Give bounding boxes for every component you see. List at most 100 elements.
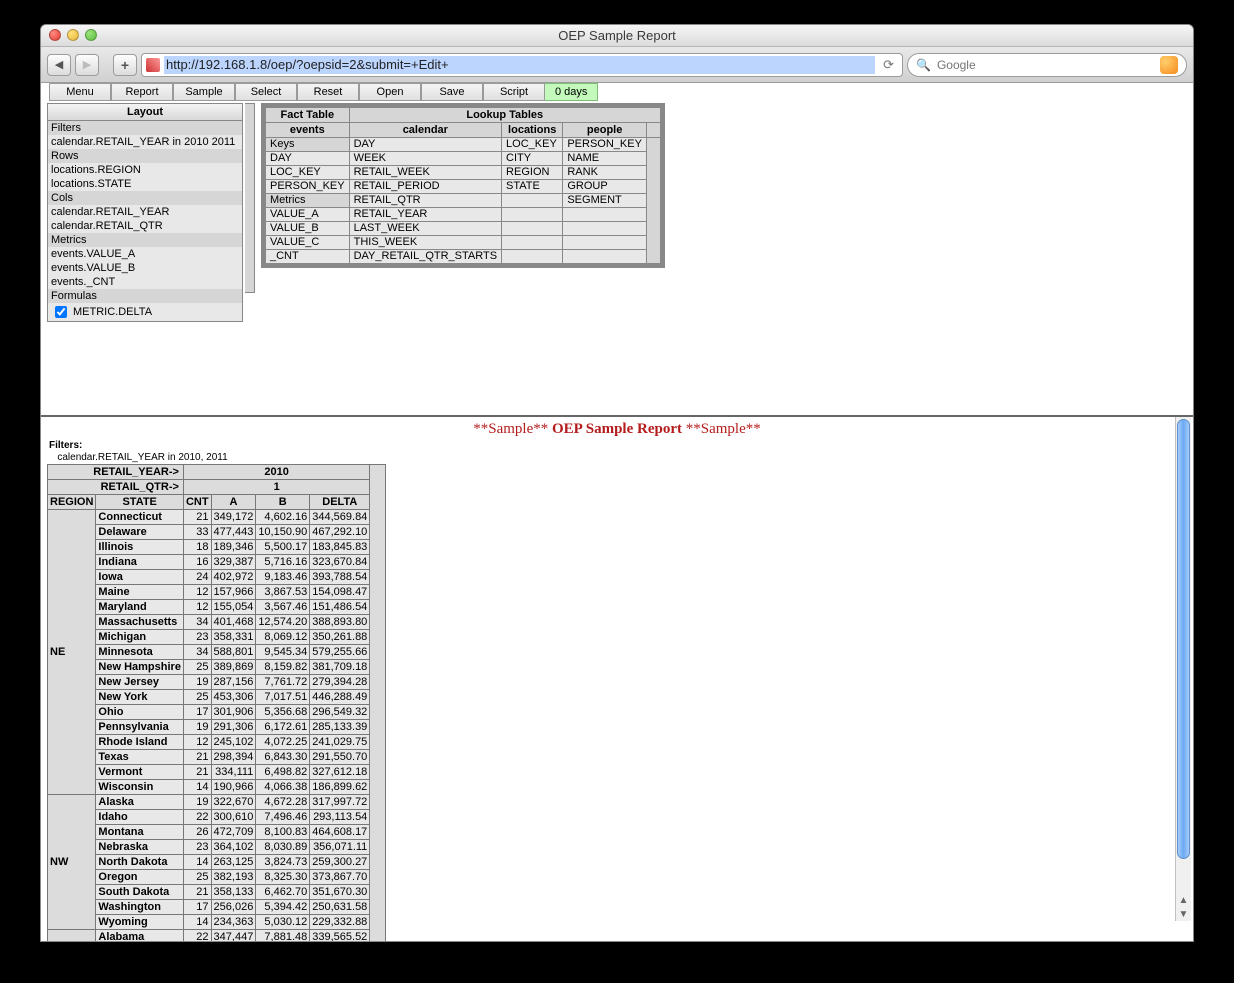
schema-cell[interactable]: GROUP [563, 180, 647, 194]
schema-col-events[interactable]: events [266, 123, 350, 138]
layout-item[interactable]: calendar.RETAIL_YEAR in 2010 2011 [48, 135, 242, 149]
metric-delta-checkbox[interactable] [55, 306, 67, 318]
schema-cell[interactable] [563, 222, 647, 236]
schema-cell[interactable] [502, 236, 563, 250]
search-input[interactable] [935, 57, 1156, 73]
schema-cell[interactable]: VALUE_C [266, 236, 350, 250]
layout-item[interactable]: events._CNT [48, 275, 242, 289]
schema-cell[interactable]: SEGMENT [563, 194, 647, 208]
layout-section-cols[interactable]: Cols [48, 191, 242, 205]
schema-col-calendar[interactable]: calendar [349, 123, 501, 138]
schema-cell[interactable]: DAY_RETAIL_QTR_STARTS [349, 250, 501, 264]
schema-cell[interactable]: PERSON_KEY [563, 138, 647, 152]
schema-cell[interactable] [563, 250, 647, 264]
layout-section-rows[interactable]: Rows [48, 149, 242, 163]
schema-cell[interactable]: PERSON_KEY [266, 180, 350, 194]
a-cell: 234,363 [211, 915, 256, 930]
menu-menu[interactable]: Menu [49, 83, 111, 101]
schema-cell[interactable]: RETAIL_QTR [349, 194, 501, 208]
schema-cell[interactable] [502, 208, 563, 222]
schema-cell[interactable]: _CNT [266, 250, 350, 264]
table-row: Maryland12155,0543,567.46151,486.54 [48, 600, 386, 615]
delta-cell: 339,565.52 [310, 930, 370, 942]
schema-cell[interactable]: WEEK [349, 152, 501, 166]
col-region[interactable]: REGION [48, 495, 96, 510]
search-box[interactable]: 🔍 [907, 53, 1187, 77]
url-input[interactable] [164, 56, 875, 74]
cnt-cell: 14 [183, 780, 211, 795]
schema-cell[interactable] [563, 208, 647, 222]
schema-cell[interactable]: THIS_WEEK [349, 236, 501, 250]
schema-cell[interactable]: Metrics [266, 194, 350, 208]
col-delta[interactable]: DELTA [310, 495, 370, 510]
col-state[interactable]: STATE [96, 495, 184, 510]
col-b[interactable]: B [256, 495, 310, 510]
layout-side-gutter [245, 103, 255, 293]
col-cnt[interactable]: CNT [183, 495, 211, 510]
schema-cell[interactable]: Keys [266, 138, 350, 152]
close-window-button[interactable] [49, 29, 61, 41]
col-a[interactable]: A [211, 495, 256, 510]
layout-item[interactable]: events.VALUE_A [48, 247, 242, 261]
menu-save[interactable]: Save [421, 83, 483, 101]
scroll-up-arrow[interactable]: ▲ [1176, 893, 1191, 907]
schema-cell[interactable] [502, 222, 563, 236]
b-cell: 8,159.82 [256, 660, 310, 675]
layout-item[interactable]: locations.REGION [48, 163, 242, 177]
schema-cell[interactable]: RETAIL_PERIOD [349, 180, 501, 194]
reload-button[interactable]: ⟳ [879, 57, 898, 73]
b-cell: 8,325.30 [256, 870, 310, 885]
schema-cell[interactable] [502, 194, 563, 208]
b-cell: 12,574.20 [256, 615, 310, 630]
layout-section-metrics[interactable]: Metrics [48, 233, 242, 247]
cnt-cell: 24 [183, 570, 211, 585]
back-button[interactable]: ◀ [47, 54, 71, 76]
schema-cell[interactable]: NAME [563, 152, 647, 166]
rss-icon[interactable] [1160, 56, 1178, 74]
layout-section-filters[interactable]: Filters [48, 121, 242, 135]
schema-col-people[interactable]: people [563, 123, 647, 138]
schema-cell[interactable]: STATE [502, 180, 563, 194]
schema-cell[interactable] [563, 236, 647, 250]
schema-cell[interactable] [502, 250, 563, 264]
forward-button[interactable]: ▶ [75, 54, 99, 76]
schema-cell[interactable]: DAY [349, 138, 501, 152]
address-bar[interactable]: ⟳ [141, 53, 903, 77]
layout-section-formulas[interactable]: Formulas [48, 289, 242, 303]
scrollbar-thumb[interactable] [1177, 419, 1190, 859]
menu-sample[interactable]: Sample [173, 83, 235, 101]
schema-cell[interactable]: RETAIL_YEAR [349, 208, 501, 222]
formula-checkbox-row[interactable]: METRIC.DELTA [48, 303, 242, 321]
layout-item[interactable]: calendar.RETAIL_YEAR [48, 205, 242, 219]
table-row: Michigan23358,3318,069.12350,261.88 [48, 630, 386, 645]
schema-col-locations[interactable]: locations [502, 123, 563, 138]
minimize-window-button[interactable] [67, 29, 79, 41]
add-bookmark-button[interactable]: + [113, 54, 137, 76]
menu-report[interactable]: Report [111, 83, 173, 101]
schema-panel: Fact TableLookup Tableseventscalendarloc… [261, 103, 665, 268]
schema-cell[interactable]: LOC_KEY [502, 138, 563, 152]
menu-script[interactable]: Script [483, 83, 545, 101]
state-cell: Montana [96, 825, 184, 840]
table-right-gutter [370, 465, 386, 942]
layout-item[interactable]: events.VALUE_B [48, 261, 242, 275]
cnt-cell: 12 [183, 600, 211, 615]
layout-item[interactable]: calendar.RETAIL_QTR [48, 219, 242, 233]
schema-cell[interactable]: VALUE_A [266, 208, 350, 222]
menu-select[interactable]: Select [235, 83, 297, 101]
schema-cell[interactable]: CITY [502, 152, 563, 166]
schema-cell[interactable]: REGION [502, 166, 563, 180]
state-cell: Pennsylvania [96, 720, 184, 735]
menu-open[interactable]: Open [359, 83, 421, 101]
menu-reset[interactable]: Reset [297, 83, 359, 101]
vertical-scrollbar[interactable]: ▲ ▼ [1175, 417, 1191, 921]
zoom-window-button[interactable] [85, 29, 97, 41]
schema-cell[interactable]: LAST_WEEK [349, 222, 501, 236]
schema-cell[interactable]: RETAIL_WEEK [349, 166, 501, 180]
schema-cell[interactable]: RANK [563, 166, 647, 180]
schema-cell[interactable]: LOC_KEY [266, 166, 350, 180]
schema-cell[interactable]: VALUE_B [266, 222, 350, 236]
layout-item[interactable]: locations.STATE [48, 177, 242, 191]
scroll-down-arrow[interactable]: ▼ [1176, 907, 1191, 921]
schema-cell[interactable]: DAY [266, 152, 350, 166]
